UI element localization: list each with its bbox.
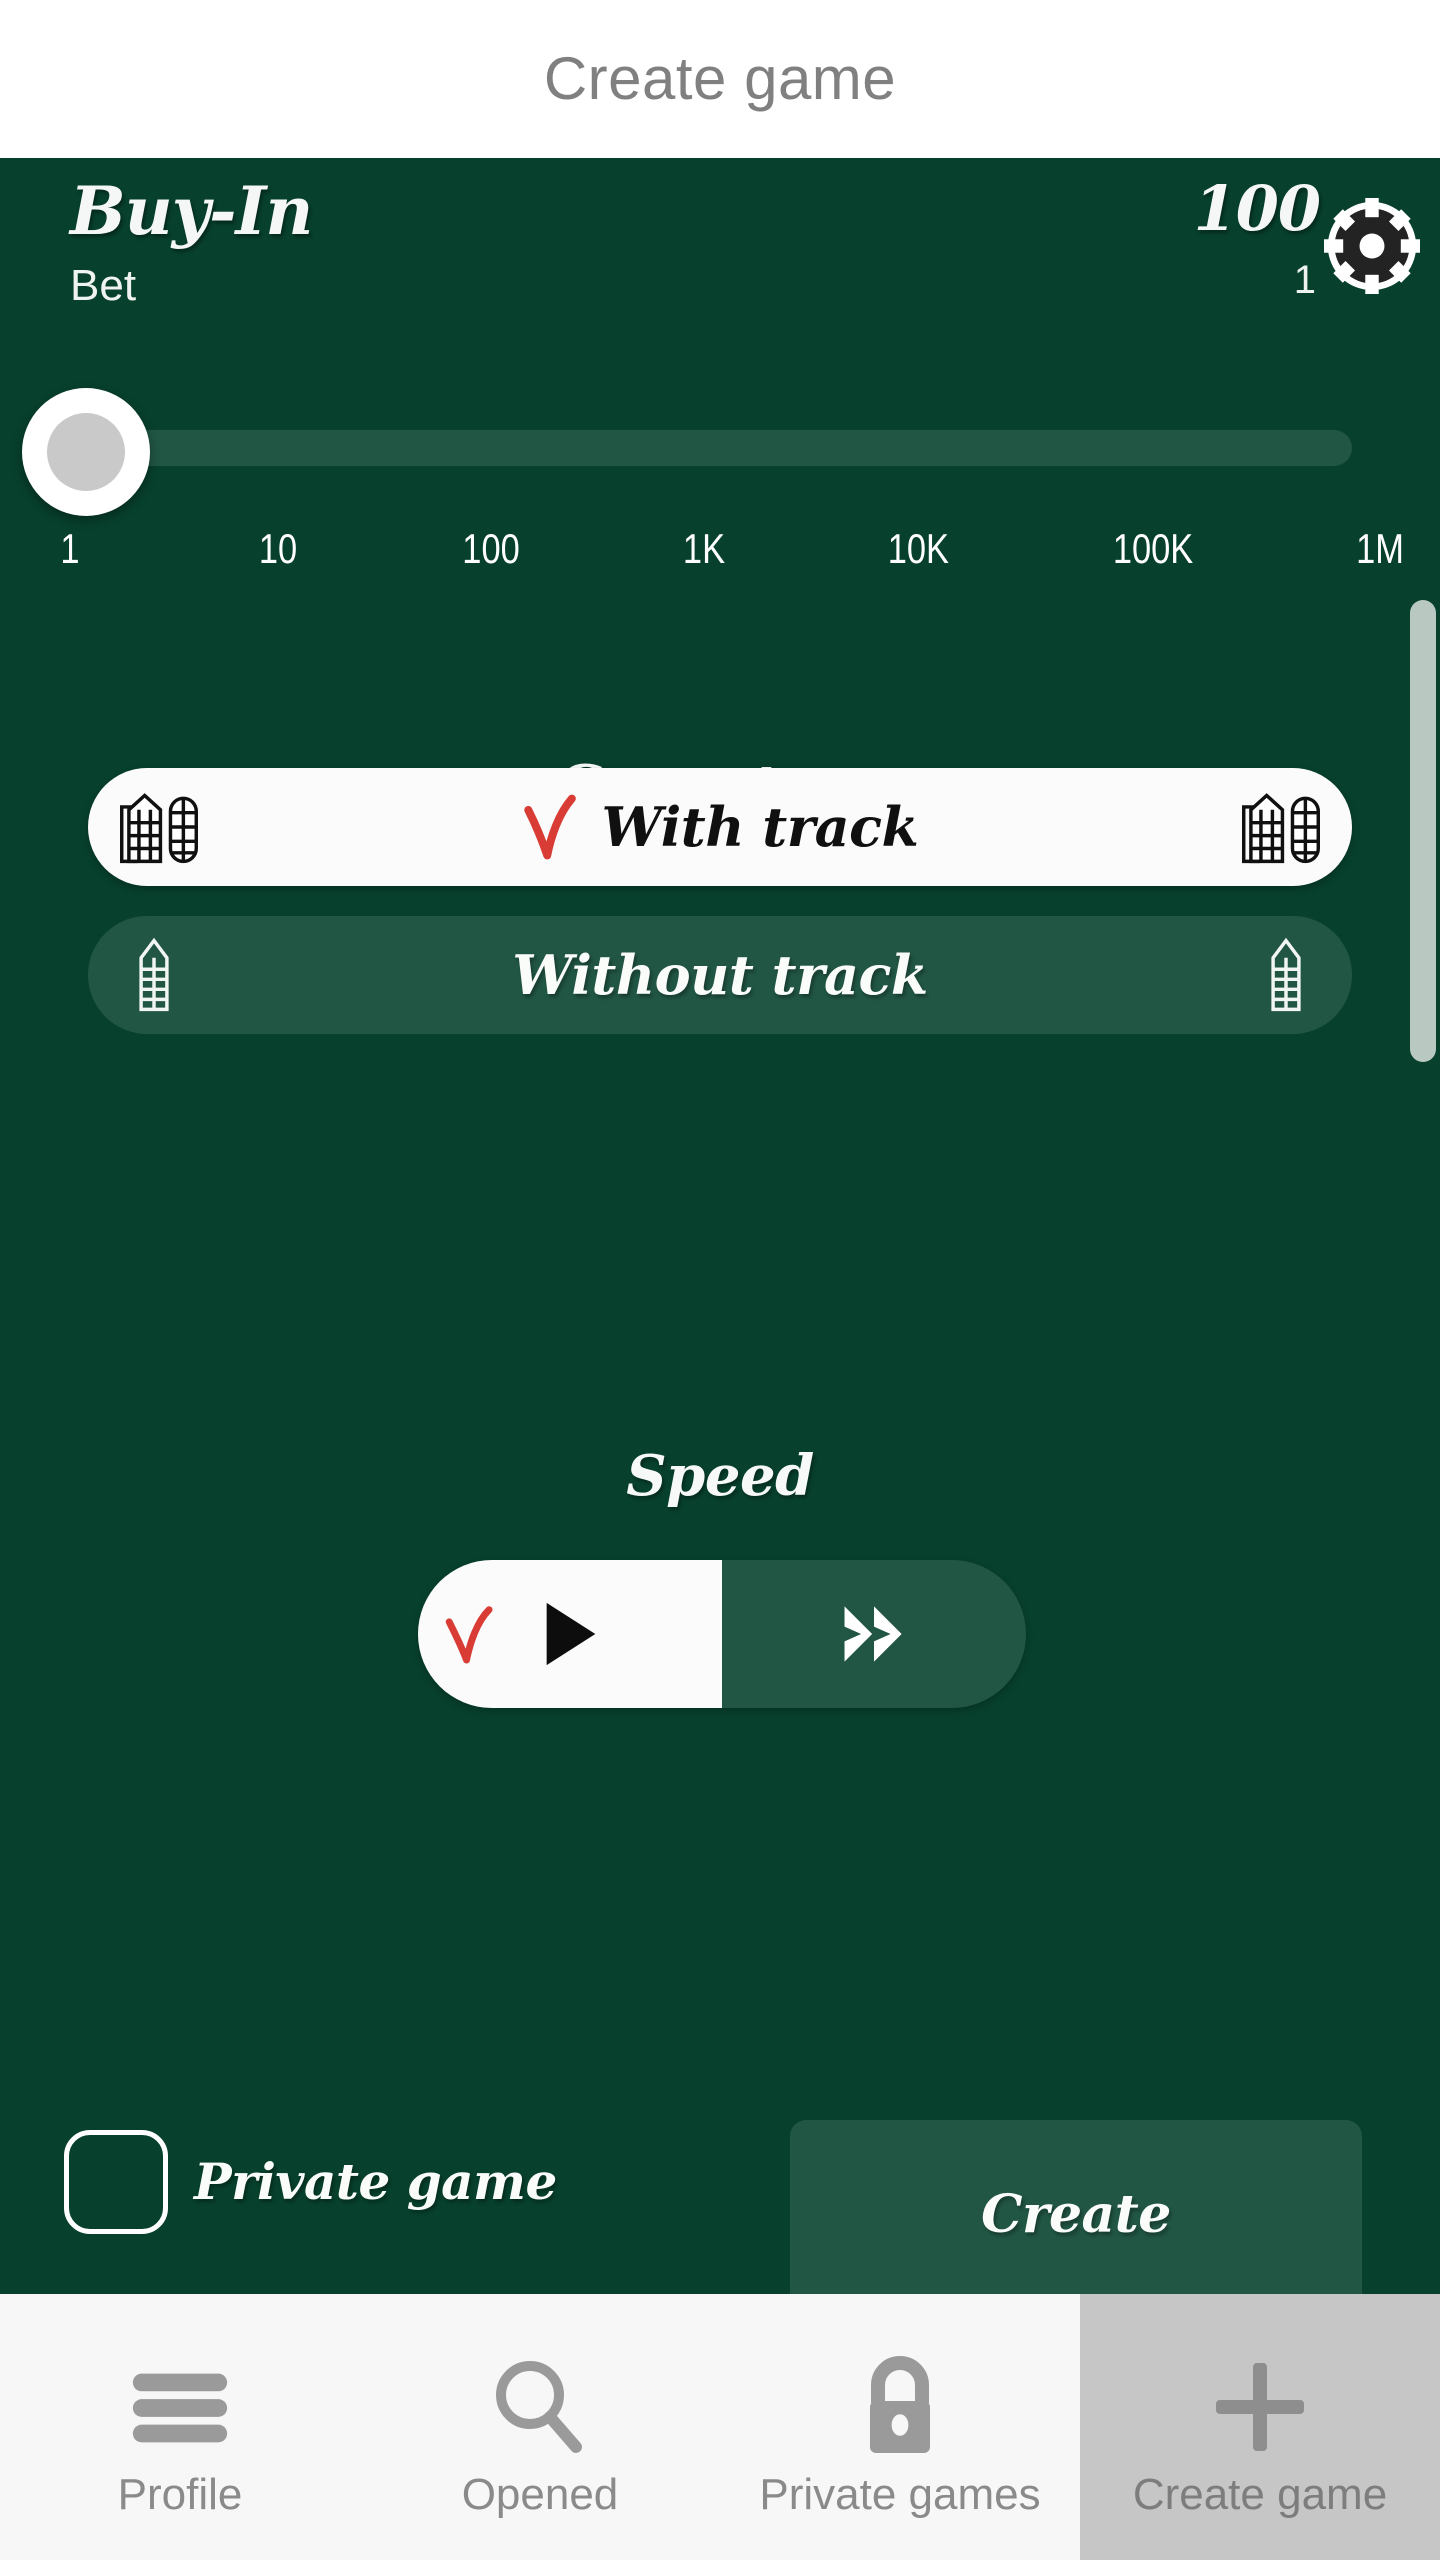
board-with-track-icon <box>1241 793 1320 864</box>
private-game-label: Private game <box>194 2152 557 2211</box>
game-type-label-group: With track <box>522 791 919 863</box>
nav-item-create-game[interactable]: Create game <box>1080 2294 1440 2560</box>
create-game-screen: Create game Buy-In Bet 100 1 1 10 100 1K… <box>0 0 1440 2560</box>
slider-tick-labels: 1 10 100 1K 10K 100K 1M <box>40 528 1410 570</box>
speed-heading: Speed <box>626 1443 814 1509</box>
vertical-scrollbar[interactable] <box>1410 600 1436 1062</box>
nav-label-create-game: Create game <box>1132 2470 1388 2519</box>
nav-label-private-games: Private games <box>759 2470 1041 2519</box>
buyin-slider[interactable]: 1 10 100 1K 10K 100K 1M <box>0 370 1440 570</box>
create-button-label: Create <box>981 2184 1171 2245</box>
private-game-checkbox[interactable] <box>64 2130 168 2234</box>
hamburger-menu-icon <box>125 2347 235 2467</box>
red-check-icon <box>523 794 576 860</box>
speed-option-normal[interactable] <box>418 1560 722 1708</box>
slider-tick: 100K <box>1112 525 1194 572</box>
red-check-icon <box>445 1606 493 1664</box>
slider-thumb-inner <box>47 413 125 491</box>
poker-chip-icon[interactable] <box>1324 198 1420 294</box>
speed-option-fast[interactable] <box>722 1560 1026 1708</box>
nav-item-opened[interactable]: Opened <box>360 2294 720 2560</box>
slider-tick: 1M <box>1356 525 1404 572</box>
nav-label-opened: Opened <box>461 2470 619 2519</box>
create-button[interactable]: Create <box>790 2120 1362 2294</box>
buyin-amount: 100 <box>1193 172 1321 245</box>
buyin-labels: Buy-In Bet <box>70 172 313 310</box>
board-without-track-icon <box>1271 937 1301 1012</box>
slider-tick: 10K <box>888 525 950 572</box>
slider-tick: 10 <box>258 525 297 572</box>
buyin-values: 100 1 <box>1193 172 1321 302</box>
buyin-subtitle: Bet <box>70 261 137 310</box>
buyin-chip-count: 1 <box>1293 258 1316 302</box>
game-type-label: With track <box>601 795 919 859</box>
slider-track[interactable] <box>92 430 1352 466</box>
game-type-option-with-track[interactable]: With track <box>88 768 1352 886</box>
top-header: Create game <box>0 0 1440 158</box>
search-icon <box>488 2347 592 2467</box>
play-icon <box>546 1602 596 1666</box>
board-without-track-icon <box>139 937 169 1012</box>
nav-label-profile: Profile <box>117 2470 243 2519</box>
game-type-label: Without track <box>512 943 928 1007</box>
slider-tick: 1 <box>60 525 80 572</box>
bottom-navigation: Profile Opened Private games Create game <box>0 2294 1440 2560</box>
main-board: Buy-In Bet 100 1 1 10 100 1K 10K 100K 1M… <box>0 158 1440 2294</box>
game-type-label-group: Without track <box>512 948 928 1002</box>
slider-tick: 100 <box>461 525 520 572</box>
game-type-option-without-track[interactable]: Without track <box>88 916 1352 1034</box>
buyin-title: Buy-In <box>70 172 313 250</box>
nav-item-profile[interactable]: Profile <box>0 2294 360 2560</box>
page-title: Create game <box>543 45 897 112</box>
slider-tick: 1K <box>682 525 725 572</box>
buyin-amount-group: 100 1 <box>1194 172 1420 300</box>
speed-toggle <box>418 1560 1026 1708</box>
buyin-section: Buy-In Bet 100 1 <box>0 158 1440 358</box>
private-game-control[interactable]: Private game <box>64 2130 557 2234</box>
slider-thumb[interactable] <box>22 388 150 516</box>
nav-item-private-games[interactable]: Private games <box>720 2294 1080 2560</box>
plus-icon <box>1208 2347 1312 2467</box>
lock-icon <box>852 2347 948 2467</box>
fast-forward-icon <box>844 1606 902 1662</box>
board-with-track-icon <box>120 793 198 864</box>
